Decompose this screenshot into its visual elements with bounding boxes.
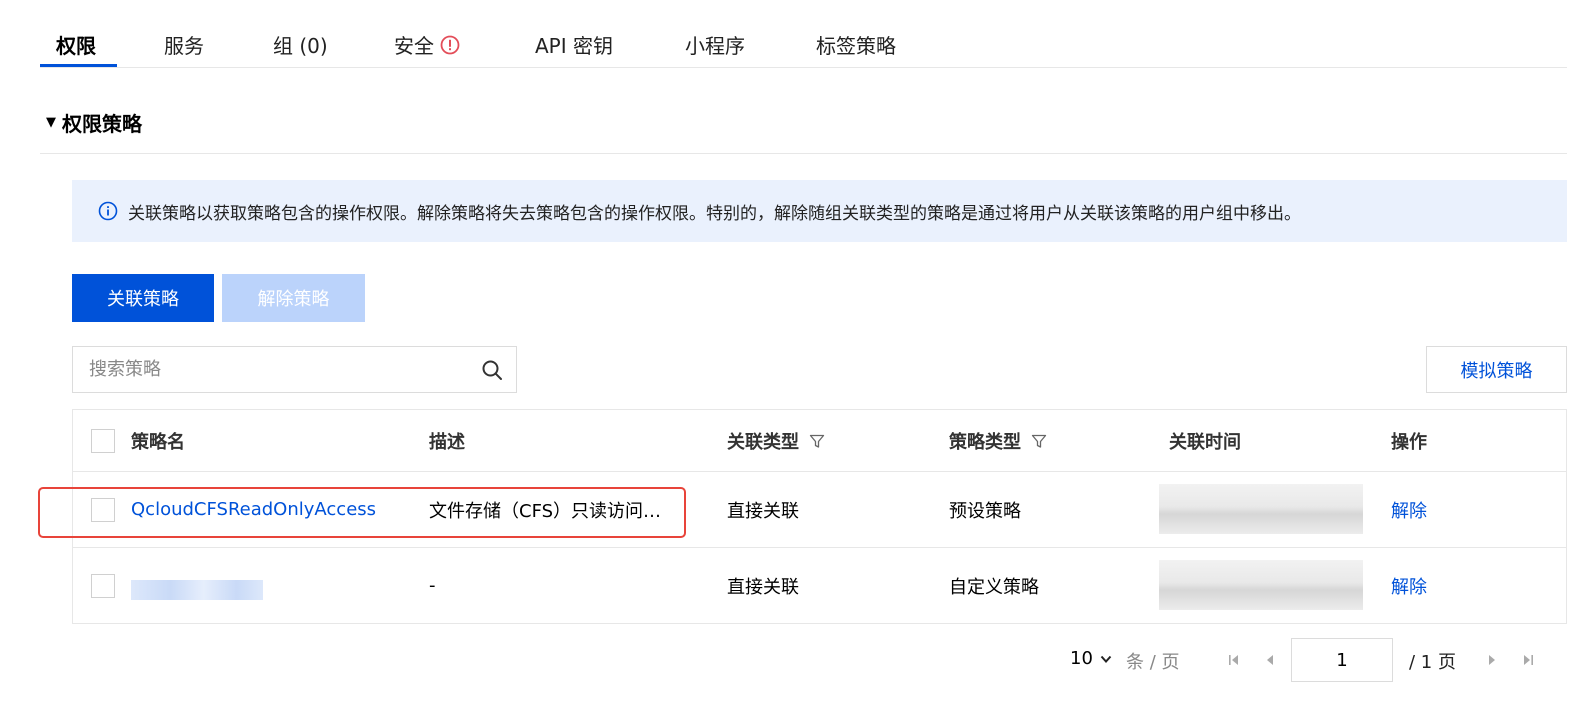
detach-link[interactable]: 解除 <box>1391 548 1427 623</box>
row-checkbox[interactable] <box>91 573 115 598</box>
redacted-assoc-time <box>1159 560 1363 610</box>
policy-description: 文件存储（CFS）只读访问… <box>429 500 662 522</box>
tab-permissions[interactable]: 权限 <box>56 30 96 59</box>
assoc-type: 直接关联 <box>727 500 799 522</box>
tab-tag-policies[interactable]: 标签策略 <box>816 30 896 59</box>
tab-api-keys[interactable]: API 密钥 <box>535 30 613 59</box>
page-size-value: 10 <box>1070 648 1093 669</box>
per-page-label: 条 / 页 <box>1126 652 1180 673</box>
attach-policy-button[interactable]: 关联策略 <box>72 274 214 322</box>
last-page-icon[interactable] <box>1518 650 1538 670</box>
search-icon[interactable] <box>480 358 504 382</box>
active-tab-indicator <box>40 64 117 67</box>
info-icon <box>98 201 118 221</box>
table-header-row: 策略名 描述 关联类型 策略类型 关联时间 操作 <box>73 410 1566 472</box>
tab-security[interactable]: 安全 <box>394 30 460 59</box>
info-banner-text: 关联策略以获取策略包含的操作权限。解除策略将失去策略包含的操作权限。特别的，解除… <box>128 203 1301 224</box>
section-toggle[interactable]: ▼ 权限策略 <box>46 108 142 137</box>
collapse-triangle-icon: ▼ <box>46 115 56 130</box>
search-input[interactable] <box>73 359 480 380</box>
simulate-policy-button[interactable]: 模拟策略 <box>1426 346 1567 393</box>
table-row: QcloudCFSReadOnlyAccess 文件存储（CFS）只读访问… 直… <box>73 472 1566 548</box>
prev-page-icon[interactable] <box>1260 650 1280 670</box>
column-header-label: 策略类型 <box>949 431 1021 453</box>
tab-label: 服务 <box>164 34 204 58</box>
tab-label: 小程序 <box>685 34 745 58</box>
search-box <box>72 346 517 393</box>
tab-services[interactable]: 服务 <box>164 30 204 59</box>
row-checkbox[interactable] <box>91 497 115 522</box>
policy-type: 自定义策略 <box>949 576 1039 598</box>
tab-mini-programs[interactable]: 小程序 <box>685 30 745 59</box>
tab-label: 组 (0) <box>273 34 328 58</box>
tab-label: 标签策略 <box>816 34 896 58</box>
chevron-down-icon <box>1100 655 1112 663</box>
redacted-assoc-time <box>1159 484 1363 534</box>
policy-name-link[interactable]: QcloudCFSReadOnlyAccess <box>131 472 376 547</box>
redacted-policy-name[interactable] <box>131 580 263 600</box>
column-header-actions: 操作 <box>1391 431 1427 453</box>
divider <box>40 153 1567 154</box>
select-all-checkbox[interactable] <box>91 428 115 453</box>
column-header-description: 描述 <box>429 431 465 453</box>
column-header-assoc-time: 关联时间 <box>1169 431 1241 453</box>
policy-description: - <box>429 575 436 596</box>
tab-label: API 密钥 <box>535 34 613 58</box>
tab-label: 权限 <box>56 34 96 58</box>
detach-link[interactable]: 解除 <box>1391 472 1427 547</box>
page-total-label: / 1 页 <box>1409 652 1456 673</box>
filter-icon[interactable] <box>1031 433 1047 449</box>
next-page-icon[interactable] <box>1482 650 1502 670</box>
warning-circle-icon <box>440 35 460 54</box>
policy-type: 预设策略 <box>949 500 1021 522</box>
column-header-assoc-type: 关联类型 <box>727 410 825 471</box>
column-header-policy-type: 策略类型 <box>949 410 1047 471</box>
policy-table: 策略名 描述 关联类型 策略类型 关联时间 操作 QcloudCFSReadOn… <box>72 409 1567 624</box>
tab-bar: 权限 服务 组 (0) 安全 API 密钥 小程序 标签策略 <box>40 0 1567 68</box>
page-size-select[interactable]: 10 <box>1070 648 1113 669</box>
detach-policy-button: 解除策略 <box>222 274 365 322</box>
column-header-name: 策略名 <box>131 431 185 453</box>
assoc-type: 直接关联 <box>727 576 799 598</box>
page-number-value: 1 <box>1336 649 1348 671</box>
tab-label: 安全 <box>394 34 434 58</box>
tab-groups[interactable]: 组 (0) <box>273 30 328 59</box>
table-row: - 直接关联 自定义策略 解除 <box>73 548 1566 624</box>
column-header-label: 关联类型 <box>727 431 799 453</box>
first-page-icon[interactable] <box>1224 650 1244 670</box>
info-banner: 关联策略以获取策略包含的操作权限。解除策略将失去策略包含的操作权限。特别的，解除… <box>72 180 1567 242</box>
page-number-input[interactable]: 1 <box>1291 638 1393 682</box>
section-title: 权限策略 <box>62 112 142 136</box>
filter-icon[interactable] <box>809 433 825 449</box>
